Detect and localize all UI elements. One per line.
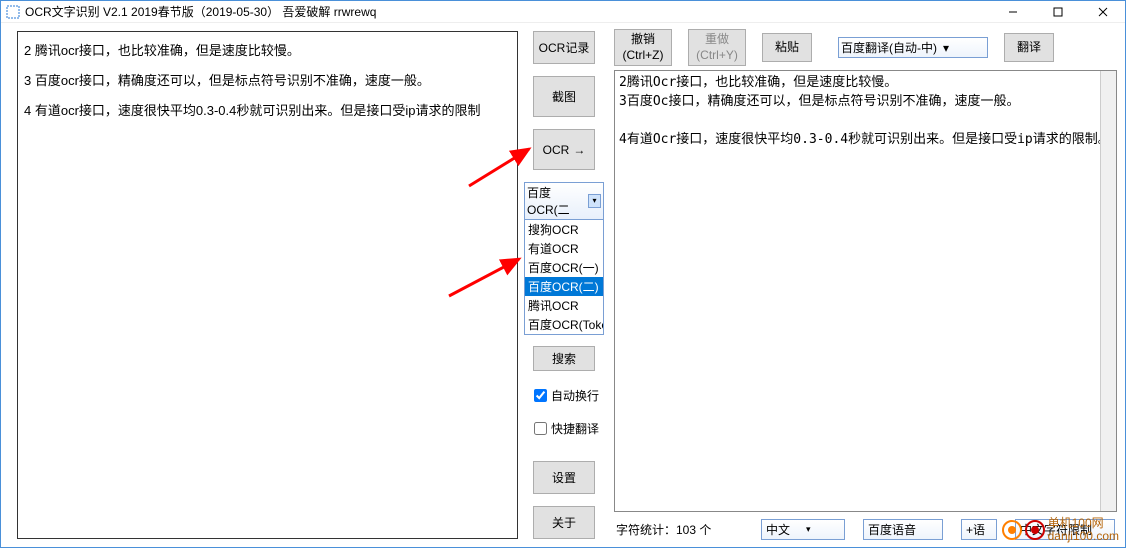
undo-button[interactable]: 撤销 (Ctrl+Z) bbox=[614, 29, 672, 66]
chevron-down-icon: ▾ bbox=[943, 41, 949, 55]
source-text-panel[interactable]: 2 腾讯ocr接口，也比较准确，但是速度比较慢。 3 百度ocr接口，精确度还可… bbox=[17, 31, 518, 539]
status-bar: 字符统计：103 个 中文 ▾ 百度语音 +语 中文字符限制 bbox=[614, 516, 1117, 543]
result-text: 2腾讯Ocr接口，也比较准确，但是速度比较慢。 3百度Oc接口，精确度还可以，但… bbox=[619, 75, 1111, 147]
voice-label: 百度语音 bbox=[868, 521, 916, 538]
split-label: +语 bbox=[966, 521, 985, 538]
ocr-engine-selected: 百度OCR(二 bbox=[527, 184, 588, 218]
ocr-engine-option[interactable]: 百度OCR(一) bbox=[525, 258, 603, 277]
search-button[interactable]: 搜索 bbox=[533, 346, 595, 371]
translate-button[interactable]: 翻译 bbox=[1004, 33, 1054, 63]
quick-translate-checkbox[interactable]: 快捷翻译 bbox=[534, 420, 599, 437]
auto-wrap-label: 自动换行 bbox=[551, 387, 599, 404]
ocr-engine-option[interactable]: 有道OCR bbox=[525, 239, 603, 258]
source-line: 4 有道ocr接口，速度很快平均0.3-0.4秒就可识别出来。但是接口受ip请求… bbox=[24, 100, 511, 122]
cn-limit-label: 中文字符限制 bbox=[1020, 521, 1092, 538]
arrow-right-icon: → bbox=[573, 143, 585, 157]
redo-button[interactable]: 重做 (Ctrl+Y) bbox=[688, 29, 746, 66]
char-count-label: 字符统计：103 个 bbox=[616, 521, 711, 538]
chevron-down-icon: ▾ bbox=[806, 524, 811, 535]
maximize-button[interactable] bbox=[1035, 1, 1080, 22]
ocr-engine-option[interactable]: 百度OCR(二) bbox=[525, 277, 603, 296]
split-select[interactable]: +语 bbox=[961, 519, 997, 540]
translate-engine-select[interactable]: 百度翻译(自动-中) ▾ bbox=[838, 37, 988, 58]
ocr-engine-select[interactable]: 百度OCR(二 ▾ 搜狗OCR 有道OCR 百度OCR(一) 百度OCR(二) … bbox=[524, 182, 604, 335]
ocr-button-label: OCR bbox=[543, 143, 570, 157]
scrollbar[interactable] bbox=[1100, 71, 1116, 511]
close-button[interactable] bbox=[1080, 1, 1125, 22]
result-text-area[interactable]: 2腾讯Ocr接口，也比较准确，但是速度比较慢。 3百度Oc接口，精确度还可以，但… bbox=[614, 70, 1117, 512]
about-button[interactable]: 关于 bbox=[533, 506, 595, 539]
auto-wrap-input[interactable] bbox=[534, 389, 547, 402]
cn-limit-select[interactable]: 中文字符限制 bbox=[1015, 519, 1115, 540]
quick-translate-label: 快捷翻译 bbox=[551, 420, 599, 437]
ocr-button[interactable]: OCR → bbox=[533, 129, 595, 170]
translate-engine-label: 百度翻译(自动-中) bbox=[841, 39, 937, 56]
screenshot-button[interactable]: 截图 bbox=[533, 76, 595, 117]
ocr-record-button[interactable]: OCR记录 bbox=[533, 31, 595, 64]
lang-select[interactable]: 中文 ▾ bbox=[761, 519, 845, 540]
quick-translate-input[interactable] bbox=[534, 422, 547, 435]
ocr-engine-option[interactable]: 腾讯OCR bbox=[525, 296, 603, 315]
lang-label: 中文 bbox=[766, 521, 790, 538]
paste-button[interactable]: 粘贴 bbox=[762, 33, 812, 63]
voice-select[interactable]: 百度语音 bbox=[863, 519, 943, 540]
ocr-engine-option[interactable]: 搜狗OCR bbox=[525, 220, 603, 239]
window-title: OCR文字识别 V2.1 2019春节版（2019-05-30） 吾爱破解 rr… bbox=[25, 3, 990, 20]
auto-wrap-checkbox[interactable]: 自动换行 bbox=[534, 387, 599, 404]
top-toolbar: 撤销 (Ctrl+Z) 重做 (Ctrl+Y) 粘贴 百度翻译(自动-中) ▾ … bbox=[614, 29, 1117, 66]
app-icon bbox=[6, 5, 20, 19]
ocr-engine-option[interactable]: 百度OCR(Toke bbox=[525, 315, 603, 334]
minimize-button[interactable] bbox=[990, 1, 1035, 22]
chevron-down-icon: ▾ bbox=[588, 194, 601, 208]
source-line: 2 腾讯ocr接口，也比较准确，但是速度比较慢。 bbox=[24, 40, 511, 62]
center-toolbar: OCR记录 截图 OCR → 百度OCR(二 ▾ 搜狗OCR 有道OCR 百度O… bbox=[518, 23, 610, 547]
ocr-engine-dropdown: 搜狗OCR 有道OCR 百度OCR(一) 百度OCR(二) 腾讯OCR 百度OC… bbox=[525, 219, 603, 334]
settings-button[interactable]: 设置 bbox=[533, 461, 595, 494]
source-line: 3 百度ocr接口，精确度还可以，但是标点符号识别不准确，速度一般。 bbox=[24, 70, 511, 92]
